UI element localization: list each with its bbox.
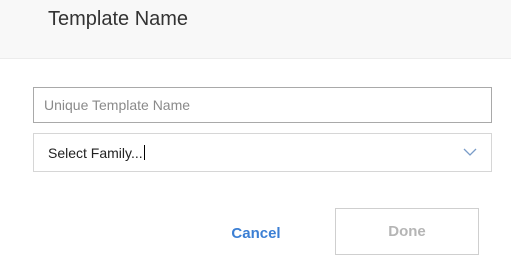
dialog-header: Template Name bbox=[0, 0, 511, 59]
chevron-down-icon[interactable] bbox=[463, 147, 477, 157]
family-select[interactable]: Select Family... bbox=[33, 133, 492, 172]
template-name-dialog: Template Name Select Family... Cancel Do… bbox=[0, 0, 511, 257]
cancel-button[interactable]: Cancel bbox=[212, 211, 300, 255]
dialog-title: Template Name bbox=[48, 8, 189, 30]
done-button[interactable]: Done bbox=[335, 208, 479, 255]
template-name-input[interactable] bbox=[33, 87, 492, 123]
text-cursor bbox=[143, 145, 145, 160]
